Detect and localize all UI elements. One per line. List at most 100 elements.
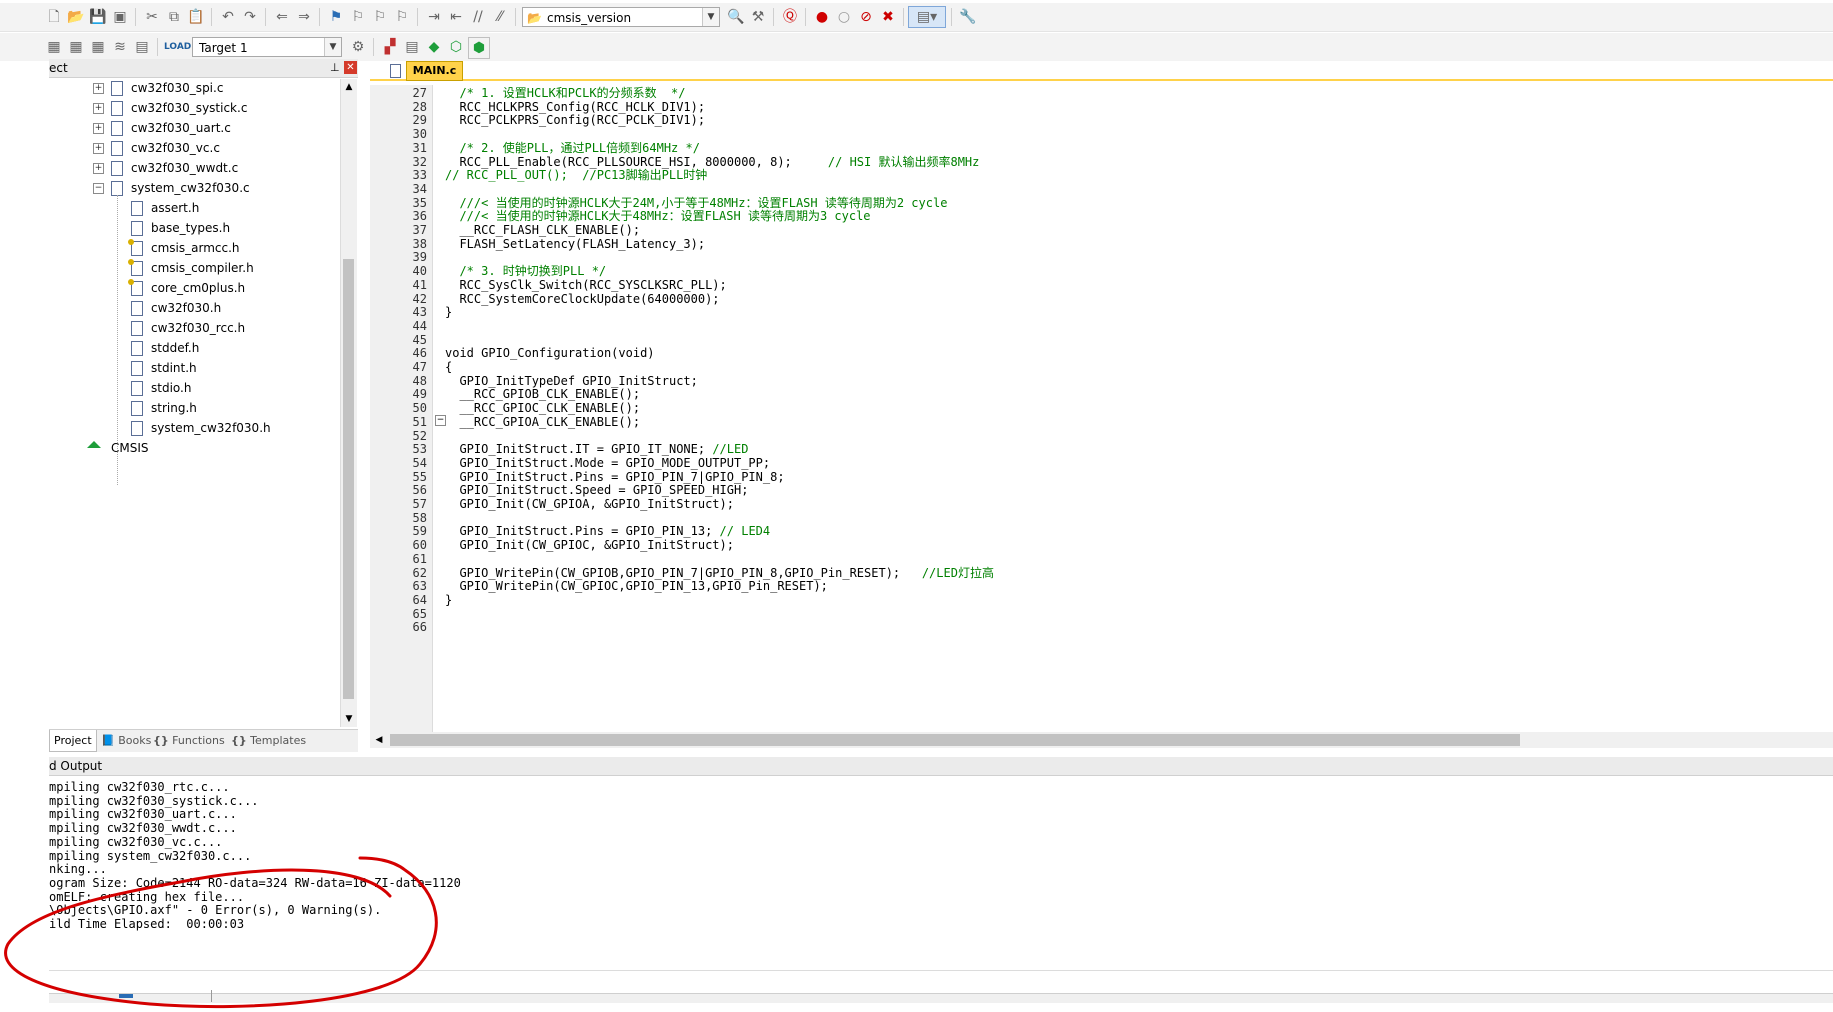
file-icon	[131, 381, 143, 396]
tree-item-label: cw32f030.h	[151, 301, 222, 315]
scroll-up-icon[interactable]: ▲	[341, 79, 357, 95]
uncomment-icon[interactable]: ⁄⁄	[490, 7, 510, 27]
code-area[interactable]: 27 /* 1. 设置HCLK和PCLK的分频系数 */28 RCC_HCLKP…	[365, 85, 1833, 733]
output-header: d Output	[49, 757, 1833, 776]
build-toolbar: ▦ ▦ ▦ ≋ ▤ LOAD Target 1 ▼ ⚙ ▞ ▤ ◆ ⬡ ⬢	[0, 33, 1833, 61]
manage-components-icon[interactable]: ▤	[402, 37, 422, 57]
expand-icon[interactable]: +	[93, 83, 104, 94]
rebuild-icon[interactable]: ▦	[88, 37, 108, 57]
nav-forward-icon[interactable]: ⇒	[294, 7, 314, 27]
chevron-down-icon[interactable]: ▼	[702, 8, 719, 26]
fold-icon[interactable]: −	[435, 415, 446, 426]
download-load-icon[interactable]: LOAD	[164, 37, 191, 57]
tree-item-label: system_cw32f030.c	[131, 181, 250, 195]
clear-bookmarks-icon[interactable]: ⚐	[392, 7, 412, 27]
bookmark-icon[interactable]: ⚑	[326, 7, 346, 27]
project-panel-title: ect	[49, 61, 68, 75]
target-combo[interactable]: Target 1 ▼	[192, 37, 342, 57]
scroll-left-icon[interactable]: ◀	[372, 732, 386, 748]
tree-item-label: system_cw32f030.h	[151, 421, 271, 435]
key-file-icon	[128, 259, 143, 276]
incremental-find-icon[interactable]: ⚒	[748, 7, 768, 27]
save-icon[interactable]: 💾	[88, 7, 108, 27]
new-file-icon[interactable]: 🗋	[44, 7, 64, 27]
tree-item-label: cw32f030_rcc.h	[151, 321, 246, 335]
comment-icon[interactable]: //	[468, 7, 488, 27]
save-all-icon[interactable]: ▣	[110, 7, 130, 27]
file-icon	[111, 121, 123, 136]
hscroll-thumb[interactable]	[390, 734, 1520, 746]
file-icon	[131, 421, 143, 436]
file-icon	[131, 301, 143, 316]
tree-item-label: assert.h	[151, 201, 200, 215]
disable-all-breakpoints-icon[interactable]: ⊘	[856, 7, 876, 27]
tree-item-label: cw32f030_vc.c	[131, 141, 220, 155]
translate-icon[interactable]: ▦	[44, 37, 64, 57]
select-packs-icon[interactable]: ⬢	[468, 37, 490, 59]
file-icon	[111, 141, 123, 156]
tree-item-label: stdint.h	[151, 361, 197, 375]
tab-main-c[interactable]: MAIN.c	[406, 61, 463, 81]
expand-icon[interactable]: +	[93, 143, 104, 154]
expand-icon[interactable]: +	[93, 123, 104, 134]
chevron-down-icon[interactable]: ▼	[324, 38, 341, 56]
output-title: d Output	[49, 759, 103, 773]
batch-build-icon[interactable]: ≋	[110, 37, 130, 57]
file-icon	[111, 161, 123, 176]
pack-installer-icon[interactable]: ⬡	[446, 37, 466, 57]
configure-icon[interactable]: 🔧	[958, 7, 978, 27]
file-extensions-icon[interactable]: ▞	[380, 37, 400, 57]
redo-icon[interactable]: ↷	[240, 7, 260, 27]
close-icon[interactable]: ✕	[344, 61, 357, 74]
paste-icon[interactable]: 📋	[186, 7, 206, 27]
tree-item-label: CMSIS	[111, 441, 149, 455]
nav-back-icon[interactable]: ⇐	[272, 7, 292, 27]
expand-icon[interactable]: +	[93, 103, 104, 114]
undo-icon[interactable]: ↶	[218, 7, 238, 27]
tree-item-label: cw32f030_uart.c	[131, 121, 231, 135]
tree-item-label: cw32f030_systick.c	[131, 101, 248, 115]
find-combo-value: cmsis_version	[547, 11, 632, 25]
tab-templates[interactable]: {} Templates	[227, 730, 310, 751]
annotation-circle	[4, 856, 438, 1009]
run-time-environment-icon[interactable]: ◆	[424, 37, 444, 57]
next-bookmark-icon[interactable]: ⚐	[370, 7, 390, 27]
key-file-icon	[128, 239, 143, 256]
tab-templates-label: Templates	[250, 734, 307, 747]
collapse-icon[interactable]: −	[93, 183, 104, 194]
stop-build-icon[interactable]: ▤	[132, 37, 152, 57]
tree-item-label: cmsis_compiler.h	[151, 261, 254, 275]
component-gem-icon	[87, 434, 101, 448]
target-options-icon[interactable]: ⚙	[348, 37, 368, 57]
main-toolbar: 🗋 📂 💾 ▣ ✂ ⧉ 📋 ↶ ↷ ⇐ ⇒ ⚑ ⚐ ⚐ ⚐ ⇥ ⇤ // ⁄⁄ …	[0, 3, 1833, 32]
indent-icon[interactable]: ⇥	[424, 7, 444, 27]
tree-item-label: base_types.h	[151, 221, 231, 235]
code-line[interactable]: 66	[365, 619, 1765, 635]
scroll-thumb[interactable]	[343, 259, 354, 699]
tab-books[interactable]: 📘 Books	[97, 730, 155, 751]
window-layout-icon[interactable]: ▤▾	[908, 6, 946, 28]
tab-functions[interactable]: {} Functions	[149, 730, 229, 751]
cut-icon[interactable]: ✂	[142, 7, 162, 27]
line-number: 66	[412, 620, 427, 635]
tab-project[interactable]: Project	[49, 730, 97, 752]
key-file-icon	[128, 279, 143, 296]
prev-bookmark-icon[interactable]: ⚐	[348, 7, 368, 27]
scroll-down-icon[interactable]: ▼	[341, 711, 357, 727]
breakpoint-disable-icon[interactable]: ○	[834, 7, 854, 27]
pin-icon[interactable]: ⊥	[330, 59, 340, 77]
tree-item-label: stddef.h	[151, 341, 200, 355]
debug-start-icon[interactable]: Ⓠ	[780, 7, 800, 27]
editor-hscrollbar[interactable]: ◀	[370, 732, 1833, 748]
project-scrollbar[interactable]: ▲ ▼	[340, 79, 357, 727]
find-icon[interactable]: 🔍	[726, 7, 746, 27]
open-folder-icon[interactable]: 📂	[66, 7, 86, 27]
kill-breakpoints-icon[interactable]: ✖	[878, 7, 898, 27]
copy-icon[interactable]: ⧉	[164, 7, 184, 27]
build-icon[interactable]: ▦	[66, 37, 86, 57]
expand-icon[interactable]: +	[93, 163, 104, 174]
find-combo[interactable]: 📂 cmsis_version ▼	[522, 7, 720, 27]
breakpoint-icon[interactable]: ●	[812, 7, 832, 27]
file-icon	[131, 221, 143, 236]
unindent-icon[interactable]: ⇤	[446, 7, 466, 27]
